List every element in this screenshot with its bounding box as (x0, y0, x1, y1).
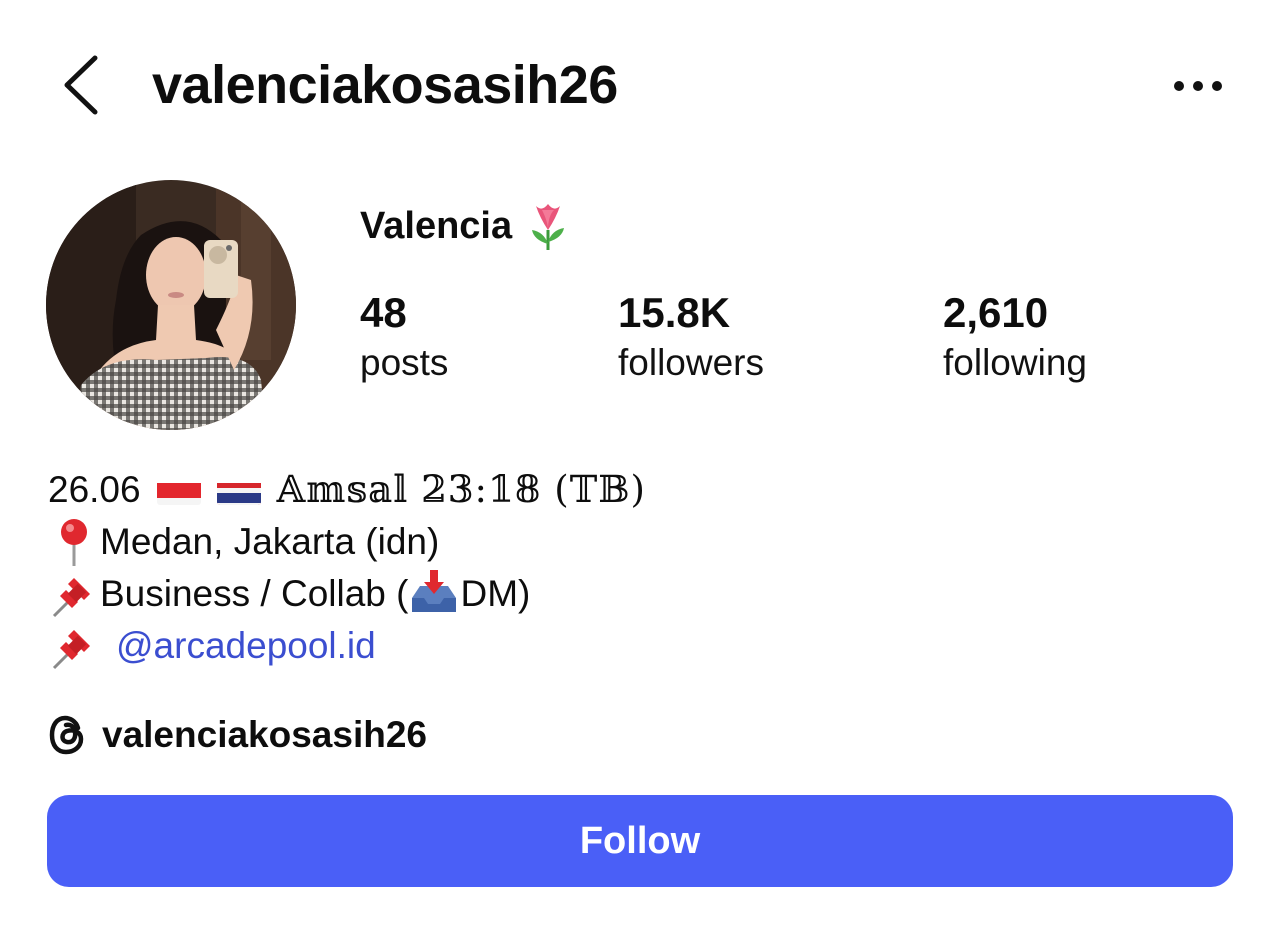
pin-emoji-icon (48, 516, 100, 568)
follow-button[interactable]: Follow (47, 795, 1233, 887)
threads-icon (49, 715, 84, 755)
thailand-flag-icon (216, 475, 261, 505)
posts-count: 48 (360, 289, 407, 336)
bio-line-3: Business / Collab ( DM) (48, 568, 530, 620)
bio-date: 26.06 (48, 469, 141, 510)
posts-label: posts (360, 342, 449, 383)
display-name-text: Valencia (360, 205, 513, 247)
indonesia-flag-icon (156, 475, 201, 505)
following-stat[interactable]: 2,610 following (943, 288, 1087, 388)
following-count: 2,610 (943, 289, 1049, 336)
avatar-photo (46, 180, 296, 430)
followers-stat[interactable]: 15.8K followers (618, 288, 764, 388)
bio-line-1: 26.06 𝔸𝕞𝕤𝕒𝕝 𝟚𝟛:𝟙𝟠 (𝕋𝔹) (48, 464, 646, 516)
pushpin-emoji-icon (48, 568, 100, 620)
bio-business-text: Business / Collab ( (100, 573, 409, 614)
following-label: following (943, 342, 1087, 383)
followers-count: 15.8K (618, 289, 731, 336)
posts-stat[interactable]: 48 posts (360, 288, 448, 388)
threads-handle: valenciakosasih26 (102, 714, 427, 755)
inbox-tray-emoji-icon (408, 568, 460, 620)
avatar[interactable] (46, 180, 296, 430)
bio-location: Medan, Jakarta (idn) (100, 521, 440, 562)
bio-dm-text: DM) (460, 573, 531, 614)
bio-verse: 𝔸𝕞𝕤𝕒𝕝 𝟚𝟛:𝟙𝟠 (𝕋𝔹) (276, 468, 646, 511)
bio-line-2: Medan, Jakarta (idn) (48, 516, 439, 568)
pushpin-emoji-icon (48, 620, 100, 672)
back-button[interactable] (55, 50, 115, 120)
chevron-left-icon (64, 55, 98, 115)
profile-username-title: valenciakosasih26 (152, 55, 618, 115)
more-options-button[interactable] (1168, 72, 1228, 100)
more-horizontal-icon (1174, 81, 1222, 91)
followers-label: followers (618, 342, 764, 383)
bio-mention-link[interactable]: @arcadepool.id (116, 620, 376, 672)
tulip-emoji-icon (532, 204, 565, 250)
bio-line-4: @arcadepool.id (48, 620, 376, 672)
display-name: Valencia (360, 200, 570, 252)
threads-link[interactable]: valenciakosasih26 (48, 710, 427, 760)
